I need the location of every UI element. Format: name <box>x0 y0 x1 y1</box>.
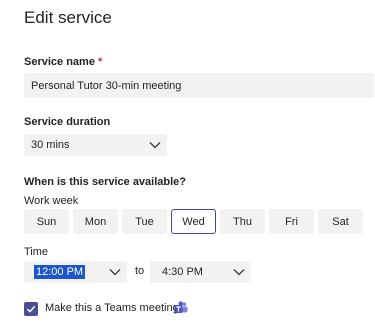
service-name-label: Service name * <box>24 56 102 68</box>
page-title: Edit service <box>24 8 112 27</box>
day-sun[interactable]: Sun <box>24 209 69 234</box>
work-week-label: Work week <box>24 195 79 207</box>
availability-question: When is this service available? <box>24 176 187 188</box>
chevron-down-icon <box>233 269 245 276</box>
teams-meeting-label: Make this a Teams meeting <box>45 302 179 314</box>
day-tue[interactable]: Tue <box>122 209 167 234</box>
time-separator: to <box>135 265 145 277</box>
start-time-value: 12:00 PM <box>34 265 86 279</box>
day-thu[interactable]: Thu <box>220 209 265 234</box>
service-name-label-text: Service name <box>24 56 95 68</box>
day-sat[interactable]: Sat <box>318 209 363 234</box>
day-fri[interactable]: Fri <box>269 209 314 234</box>
checkmark-icon <box>26 305 36 313</box>
end-time-value: 4:30 PM <box>162 266 203 278</box>
chevron-down-icon <box>109 269 121 276</box>
work-week-days: Sun Mon Tue Wed Thu Fri Sat <box>24 209 363 234</box>
day-wed[interactable]: Wed <box>171 209 216 234</box>
service-duration-value: 30 mins <box>31 139 70 151</box>
teams-icon <box>174 301 188 313</box>
service-duration-label: Service duration <box>24 116 111 128</box>
start-time-dropdown[interactable]: 12:00 PM <box>24 261 127 283</box>
service-duration-dropdown[interactable]: 30 mins <box>24 134 167 156</box>
end-time-dropdown[interactable]: 4:30 PM <box>150 261 251 283</box>
chevron-down-icon <box>149 142 161 149</box>
time-label: Time <box>24 246 49 258</box>
day-mon[interactable]: Mon <box>73 209 118 234</box>
service-name-value: Personal Tutor 30-min meeting <box>31 79 182 92</box>
service-name-input[interactable]: Personal Tutor 30-min meeting <box>24 73 374 98</box>
teams-meeting-checkbox[interactable] <box>24 302 38 316</box>
required-mark: * <box>98 56 103 68</box>
